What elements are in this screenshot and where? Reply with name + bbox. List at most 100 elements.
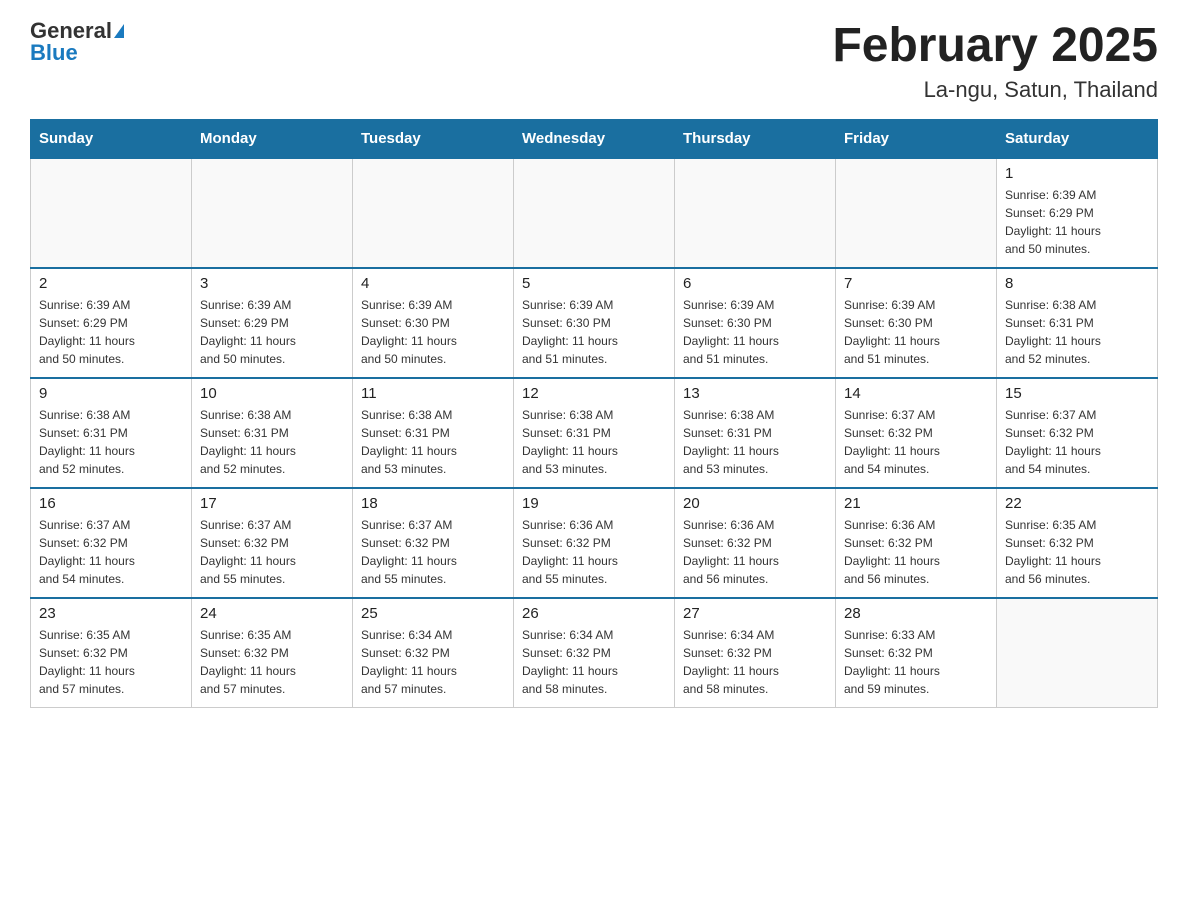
calendar-cell: 26 Sunrise: 6:34 AM Sunset: 6:32 PM Dayli… <box>514 598 675 708</box>
calendar-table: SundayMondayTuesdayWednesdayThursdayFrid… <box>30 119 1158 709</box>
logo: General Blue <box>30 20 124 64</box>
day-info: Sunrise: 6:37 AM Sunset: 6:32 PM Dayligh… <box>39 516 183 588</box>
day-number: 27 <box>683 605 827 622</box>
day-number: 12 <box>522 385 666 402</box>
day-info: Sunrise: 6:37 AM Sunset: 6:32 PM Dayligh… <box>844 406 988 478</box>
day-number: 23 <box>39 605 183 622</box>
calendar-cell: 1 Sunrise: 6:39 AM Sunset: 6:29 PM Daylig… <box>997 158 1158 268</box>
calendar-week-2: 2 Sunrise: 6:39 AM Sunset: 6:29 PM Daylig… <box>31 268 1158 378</box>
day-info: Sunrise: 6:39 AM Sunset: 6:30 PM Dayligh… <box>844 296 988 368</box>
calendar-cell: 6 Sunrise: 6:39 AM Sunset: 6:30 PM Daylig… <box>675 268 836 378</box>
calendar-week-1: 1 Sunrise: 6:39 AM Sunset: 6:29 PM Daylig… <box>31 158 1158 268</box>
day-info: Sunrise: 6:38 AM Sunset: 6:31 PM Dayligh… <box>1005 296 1149 368</box>
calendar-cell: 15Sunrise: 6:37 AM Sunset: 6:32 PM Dayli… <box>997 378 1158 488</box>
calendar-body: 1 Sunrise: 6:39 AM Sunset: 6:29 PM Daylig… <box>31 158 1158 708</box>
day-info: Sunrise: 6:39 AM Sunset: 6:30 PM Dayligh… <box>361 296 505 368</box>
calendar-cell: 24 Sunrise: 6:35 AM Sunset: 6:32 PM Dayli… <box>192 598 353 708</box>
day-number: 15 <box>1005 385 1149 402</box>
day-info: Sunrise: 6:38 AM Sunset: 6:31 PM Dayligh… <box>522 406 666 478</box>
day-number: 9 <box>39 385 183 402</box>
day-info: Sunrise: 6:34 AM Sunset: 6:32 PM Dayligh… <box>522 626 666 698</box>
calendar-cell: 16 Sunrise: 6:37 AM Sunset: 6:32 PM Dayli… <box>31 488 192 598</box>
day-info: Sunrise: 6:36 AM Sunset: 6:32 PM Dayligh… <box>522 516 666 588</box>
day-number: 13 <box>683 385 827 402</box>
location-title: La-ngu, Satun, Thailand <box>832 77 1158 103</box>
day-number: 21 <box>844 495 988 512</box>
day-number: 10 <box>200 385 344 402</box>
logo-general-text: General <box>30 20 112 42</box>
calendar-header: SundayMondayTuesdayWednesdayThursdayFrid… <box>31 119 1158 158</box>
day-number: 18 <box>361 495 505 512</box>
day-info: Sunrise: 6:39 AM Sunset: 6:29 PM Dayligh… <box>200 296 344 368</box>
day-info: Sunrise: 6:35 AM Sunset: 6:32 PM Dayligh… <box>200 626 344 698</box>
day-info: Sunrise: 6:37 AM Sunset: 6:32 PM Dayligh… <box>200 516 344 588</box>
calendar-cell: 14 Sunrise: 6:37 AM Sunset: 6:32 PM Dayli… <box>836 378 997 488</box>
calendar-cell: 12 Sunrise: 6:38 AM Sunset: 6:31 PM Dayli… <box>514 378 675 488</box>
weekday-row: SundayMondayTuesdayWednesdayThursdayFrid… <box>31 119 1158 158</box>
calendar-cell: 7 Sunrise: 6:39 AM Sunset: 6:30 PM Daylig… <box>836 268 997 378</box>
calendar-cell <box>675 158 836 268</box>
day-number: 4 <box>361 275 505 292</box>
calendar-cell <box>192 158 353 268</box>
day-number: 16 <box>39 495 183 512</box>
calendar-cell: 18Sunrise: 6:37 AM Sunset: 6:32 PM Dayli… <box>353 488 514 598</box>
day-info: Sunrise: 6:34 AM Sunset: 6:32 PM Dayligh… <box>361 626 505 698</box>
calendar-cell: 10 Sunrise: 6:38 AM Sunset: 6:31 PM Dayli… <box>192 378 353 488</box>
day-number: 25 <box>361 605 505 622</box>
calendar-cell <box>514 158 675 268</box>
day-number: 6 <box>683 275 827 292</box>
calendar-cell: 8Sunrise: 6:38 AM Sunset: 6:31 PM Daylig… <box>997 268 1158 378</box>
calendar-cell: 22 Sunrise: 6:35 AM Sunset: 6:32 PM Dayli… <box>997 488 1158 598</box>
month-title: February 2025 <box>832 20 1158 73</box>
calendar-cell: 4 Sunrise: 6:39 AM Sunset: 6:30 PM Daylig… <box>353 268 514 378</box>
logo-blue-text: Blue <box>30 42 78 64</box>
weekday-header-monday: Monday <box>192 119 353 158</box>
day-info: Sunrise: 6:38 AM Sunset: 6:31 PM Dayligh… <box>200 406 344 478</box>
calendar-cell: 17 Sunrise: 6:37 AM Sunset: 6:32 PM Dayli… <box>192 488 353 598</box>
weekday-header-saturday: Saturday <box>997 119 1158 158</box>
calendar-cell <box>836 158 997 268</box>
calendar-cell: 13Sunrise: 6:38 AM Sunset: 6:31 PM Dayli… <box>675 378 836 488</box>
calendar-cell: 25 Sunrise: 6:34 AM Sunset: 6:32 PM Dayli… <box>353 598 514 708</box>
day-info: Sunrise: 6:35 AM Sunset: 6:32 PM Dayligh… <box>39 626 183 698</box>
day-number: 26 <box>522 605 666 622</box>
calendar-cell: 5Sunrise: 6:39 AM Sunset: 6:30 PM Daylig… <box>514 268 675 378</box>
calendar-week-4: 16 Sunrise: 6:37 AM Sunset: 6:32 PM Dayli… <box>31 488 1158 598</box>
day-info: Sunrise: 6:39 AM Sunset: 6:29 PM Dayligh… <box>1005 186 1149 258</box>
day-number: 19 <box>522 495 666 512</box>
day-info: Sunrise: 6:39 AM Sunset: 6:30 PM Dayligh… <box>522 296 666 368</box>
calendar-cell: 23 Sunrise: 6:35 AM Sunset: 6:32 PM Dayli… <box>31 598 192 708</box>
calendar-cell <box>353 158 514 268</box>
calendar-cell: 11Sunrise: 6:38 AM Sunset: 6:31 PM Dayli… <box>353 378 514 488</box>
calendar-cell: 28Sunrise: 6:33 AM Sunset: 6:32 PM Dayli… <box>836 598 997 708</box>
weekday-header-thursday: Thursday <box>675 119 836 158</box>
day-number: 14 <box>844 385 988 402</box>
calendar-cell: 20 Sunrise: 6:36 AM Sunset: 6:32 PM Dayli… <box>675 488 836 598</box>
page-header: General Blue February 2025 La-ngu, Satun… <box>30 20 1158 103</box>
weekday-header-friday: Friday <box>836 119 997 158</box>
day-info: Sunrise: 6:34 AM Sunset: 6:32 PM Dayligh… <box>683 626 827 698</box>
calendar-cell: 9 Sunrise: 6:38 AM Sunset: 6:31 PM Daylig… <box>31 378 192 488</box>
day-info: Sunrise: 6:35 AM Sunset: 6:32 PM Dayligh… <box>1005 516 1149 588</box>
day-number: 1 <box>1005 165 1149 182</box>
day-number: 24 <box>200 605 344 622</box>
title-section: February 2025 La-ngu, Satun, Thailand <box>832 20 1158 103</box>
day-info: Sunrise: 6:39 AM Sunset: 6:30 PM Dayligh… <box>683 296 827 368</box>
weekday-header-wednesday: Wednesday <box>514 119 675 158</box>
logo-triangle-icon <box>114 24 124 38</box>
day-number: 28 <box>844 605 988 622</box>
day-number: 7 <box>844 275 988 292</box>
calendar-cell: 21Sunrise: 6:36 AM Sunset: 6:32 PM Dayli… <box>836 488 997 598</box>
day-number: 3 <box>200 275 344 292</box>
day-number: 17 <box>200 495 344 512</box>
weekday-header-tuesday: Tuesday <box>353 119 514 158</box>
day-info: Sunrise: 6:39 AM Sunset: 6:29 PM Dayligh… <box>39 296 183 368</box>
day-number: 20 <box>683 495 827 512</box>
calendar-cell: 3 Sunrise: 6:39 AM Sunset: 6:29 PM Daylig… <box>192 268 353 378</box>
calendar-cell: 27 Sunrise: 6:34 AM Sunset: 6:32 PM Dayli… <box>675 598 836 708</box>
calendar-cell <box>31 158 192 268</box>
day-info: Sunrise: 6:38 AM Sunset: 6:31 PM Dayligh… <box>39 406 183 478</box>
day-info: Sunrise: 6:36 AM Sunset: 6:32 PM Dayligh… <box>683 516 827 588</box>
day-number: 2 <box>39 275 183 292</box>
day-number: 22 <box>1005 495 1149 512</box>
